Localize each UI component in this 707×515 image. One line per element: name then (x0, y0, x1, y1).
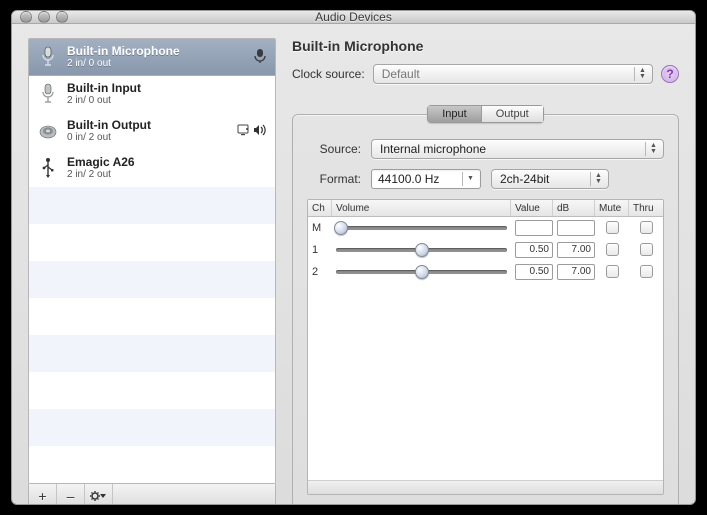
value-field[interactable] (515, 220, 553, 236)
clock-source-label: Clock source: (292, 67, 365, 81)
col-db[interactable]: dB (553, 200, 595, 216)
add-device-button[interactable]: + (29, 484, 57, 505)
value-field[interactable]: 0.50 (515, 242, 553, 258)
chevron-updown-icon: ▲▼ (645, 142, 661, 156)
device-io: 2 in/ 0 out (67, 58, 245, 70)
input-panel: Source: Internal microphone ▲▼ Format: 4… (292, 114, 679, 505)
mic-icon (37, 46, 59, 68)
format-label: Format: (307, 172, 361, 186)
device-name: Built-in Output (67, 118, 229, 132)
col-thru[interactable]: Thru (629, 200, 663, 216)
mute-checkbox[interactable] (606, 265, 619, 278)
device-io: 0 in/ 2 out (67, 132, 229, 144)
device-name: Emagic A26 (67, 155, 267, 169)
io-tabs: Input Output (427, 105, 544, 123)
thru-checkbox[interactable] (640, 243, 653, 256)
format-hz-combo[interactable]: 44100.0 Hz ▼ (371, 169, 481, 189)
col-mute[interactable]: Mute (595, 200, 629, 216)
mute-checkbox[interactable] (606, 221, 619, 234)
titlebar[interactable]: Audio Devices (12, 11, 695, 24)
chevron-updown-icon: ▲▼ (590, 172, 606, 186)
col-value[interactable]: Value (511, 200, 553, 216)
chevron-updown-icon: ▲▼ (634, 67, 650, 81)
source-popup[interactable]: Internal microphone ▲▼ (371, 139, 664, 159)
device-name: Built-in Input (67, 81, 267, 95)
channel-row-2: 2 0.50 7.00 (308, 261, 663, 283)
volume-slider[interactable] (336, 264, 507, 280)
window-title: Audio Devices (12, 10, 695, 24)
sound-output-icon (253, 124, 267, 139)
format-channels-popup[interactable]: 2ch-24bit ▲▼ (491, 169, 609, 189)
channel-row-master: M (308, 217, 663, 239)
volume-slider[interactable] (336, 242, 507, 258)
db-field[interactable]: 7.00 (557, 264, 595, 280)
device-row-built-in-microphone[interactable]: Built-in Microphone 2 in/ 0 out (29, 39, 275, 76)
mute-checkbox[interactable] (606, 243, 619, 256)
device-actions-button[interactable] (85, 484, 113, 505)
device-row-built-in-output[interactable]: Built-in Output 0 in/ 2 out (29, 113, 275, 150)
channels-table: Ch Volume Value dB Mute Thru M (307, 199, 664, 495)
device-list[interactable]: Built-in Microphone 2 in/ 0 out Built (28, 38, 276, 484)
thru-checkbox[interactable] (640, 265, 653, 278)
mic-icon (37, 83, 59, 105)
tab-input[interactable]: Input (427, 105, 481, 123)
chevron-down-icon: ▼ (462, 172, 478, 186)
speaker-icon (37, 120, 59, 142)
source-label: Source: (307, 142, 361, 156)
clock-source-popup[interactable]: Default ▲▼ (373, 64, 653, 84)
db-field[interactable]: 7.00 (557, 242, 595, 258)
db-field[interactable] (557, 220, 595, 236)
col-ch[interactable]: Ch (308, 200, 332, 216)
device-row-built-in-input[interactable]: Built-in Input 2 in/ 0 out (29, 76, 275, 113)
device-row-emagic-a26[interactable]: Emagic A26 2 in/ 2 out (29, 150, 275, 187)
device-name: Built-in Microphone (67, 44, 245, 58)
value-field[interactable]: 0.50 (515, 264, 553, 280)
system-output-icon (237, 124, 251, 139)
remove-device-button[interactable]: – (57, 484, 85, 505)
help-button[interactable]: ? (661, 65, 679, 83)
usb-icon (37, 157, 59, 179)
device-list-empty (29, 187, 275, 483)
default-input-icon (253, 48, 267, 67)
tab-output[interactable]: Output (482, 105, 544, 123)
audio-devices-window: Audio Devices Built-in Microphone 2 in/ … (11, 10, 696, 505)
zoom-icon[interactable] (56, 11, 68, 23)
minimize-icon[interactable] (38, 11, 50, 23)
clock-source-value: Default (382, 67, 420, 81)
device-list-toolbar: + – (28, 484, 276, 505)
col-volume[interactable]: Volume (332, 200, 511, 216)
device-io: 2 in/ 2 out (67, 169, 267, 181)
volume-slider[interactable] (336, 220, 507, 236)
device-io: 2 in/ 0 out (67, 95, 267, 107)
device-title: Built-in Microphone (292, 38, 679, 54)
channel-row-1: 1 0.50 7.00 (308, 239, 663, 261)
close-icon[interactable] (20, 11, 32, 23)
thru-checkbox[interactable] (640, 221, 653, 234)
